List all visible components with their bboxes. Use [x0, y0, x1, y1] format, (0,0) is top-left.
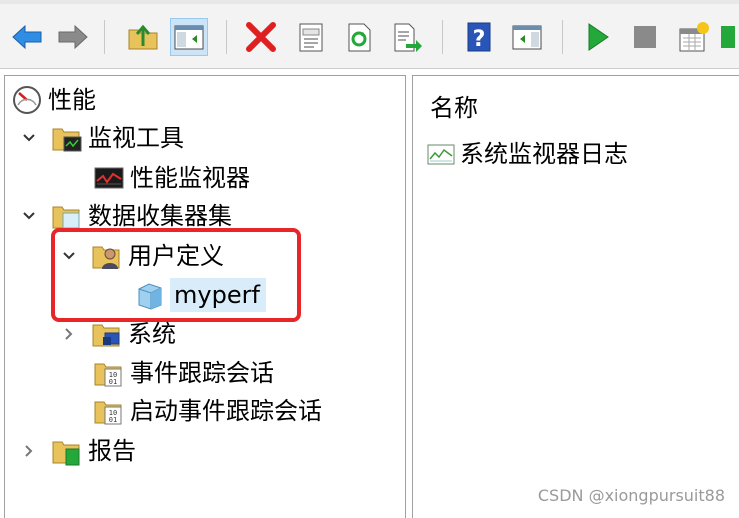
tree-node-event-trace-sessions[interactable]: 10 01 事件跟踪会话 — [92, 355, 274, 391]
back-button[interactable] — [8, 18, 46, 56]
svg-text:01: 01 — [109, 378, 117, 386]
start-icon — [588, 23, 609, 51]
tree-label: 性能 — [48, 86, 96, 114]
refresh-icon — [348, 23, 371, 52]
toolbar-separator — [442, 20, 443, 54]
toolbar: ? — [0, 0, 739, 69]
toolbar-separator — [562, 20, 563, 54]
binary-folder-icon: 10 01 — [92, 395, 126, 427]
tree-node-system[interactable]: 系统 — [58, 316, 176, 352]
tree-label: 启动事件跟踪会话 — [130, 397, 322, 425]
tree-node-startup-event-trace-sessions[interactable]: 10 01 启动事件跟踪会话 — [92, 393, 322, 429]
show-hide-tree-button[interactable] — [170, 18, 208, 56]
green-square-icon — [721, 26, 735, 48]
tree-node-monitoring-tools[interactable]: 监视工具 — [18, 120, 184, 156]
export-list-icon — [394, 23, 422, 52]
performance-gauge-icon — [10, 84, 44, 116]
show-hide-action-pane-icon — [512, 25, 542, 50]
back-arrow-icon — [12, 24, 42, 50]
start-button[interactable] — [578, 18, 616, 56]
reports-folder-icon — [50, 435, 84, 467]
properties-icon — [299, 23, 323, 52]
tree-label: 报告 — [88, 437, 136, 465]
delete-icon — [246, 22, 276, 52]
chevron-down-icon[interactable] — [18, 205, 40, 227]
new-data-collector-icon — [679, 22, 709, 52]
export-list-button[interactable] — [388, 18, 426, 56]
tree-node-performance[interactable]: 性能 — [10, 82, 96, 118]
stop-icon — [634, 26, 656, 48]
refresh-button[interactable] — [340, 18, 378, 56]
list-item[interactable]: 系统监视器日志 — [424, 136, 628, 172]
watermark: CSDN @xiongpursuit88 — [537, 486, 725, 505]
toolbar-separator — [226, 20, 227, 54]
up-one-level-button[interactable] — [124, 18, 162, 56]
toolbar-separator — [104, 20, 105, 54]
tree-node-performance-monitor[interactable]: 性能监视器 — [92, 160, 250, 196]
help-icon: ? — [467, 22, 491, 52]
properties-button[interactable] — [292, 18, 330, 56]
chevron-down-icon[interactable] — [18, 127, 40, 149]
help-button[interactable]: ? — [460, 18, 498, 56]
tree-label: 系统 — [128, 320, 176, 348]
overflow-button[interactable] — [716, 18, 739, 56]
up-folder-icon — [128, 24, 158, 50]
chevron-right-icon[interactable] — [58, 323, 80, 345]
tree-label: 性能监视器 — [130, 164, 250, 192]
list-item-label: 系统监视器日志 — [460, 140, 628, 168]
system-monitor-log-icon — [424, 138, 458, 170]
svg-text:01: 01 — [109, 416, 117, 424]
binary-folder-icon: 10 01 — [92, 357, 126, 389]
system-folder-icon — [90, 318, 124, 350]
column-header-name[interactable]: 名称 — [430, 88, 478, 123]
forward-arrow-icon — [58, 24, 88, 50]
new-data-collector-button[interactable] — [674, 18, 712, 56]
red-highlight-box — [51, 228, 301, 322]
menu-strip-remnant — [0, 0, 739, 4]
show-hide-tree-icon — [174, 25, 204, 50]
svg-text:?: ? — [473, 27, 486, 52]
stop-button[interactable] — [626, 18, 664, 56]
performance-monitor-icon — [92, 162, 126, 194]
forward-button[interactable] — [54, 18, 92, 56]
tree-node-reports[interactable]: 报告 — [18, 433, 136, 469]
tree-label: 监视工具 — [88, 124, 184, 152]
show-hide-action-pane-button[interactable] — [508, 18, 546, 56]
tree-label: 事件跟踪会话 — [130, 359, 274, 387]
chevron-right-icon[interactable] — [18, 440, 40, 462]
folder-monitor-icon — [50, 122, 84, 154]
delete-button[interactable] — [242, 18, 280, 56]
